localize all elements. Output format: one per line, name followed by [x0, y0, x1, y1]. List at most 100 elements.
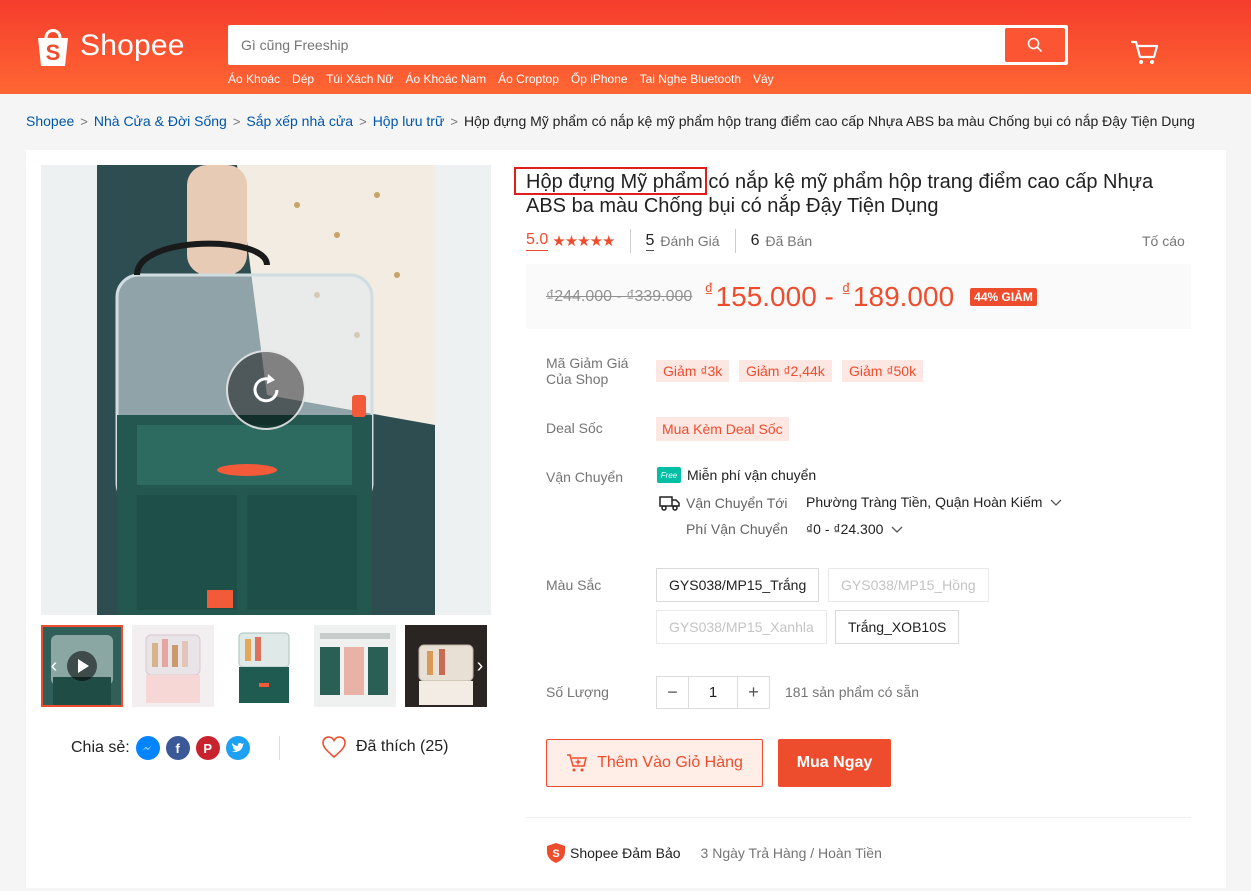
chevron-down-icon	[891, 526, 903, 533]
thumbnail-next-arrow[interactable]: ›	[470, 648, 490, 684]
deal-tag[interactable]: Mua Kèm Deal Sốc	[656, 417, 789, 441]
thumbnail-prev-arrow[interactable]: ‹	[44, 648, 64, 684]
color-label: Màu Sắc	[546, 577, 602, 593]
chevron-right-icon: >	[450, 113, 458, 129]
search-button[interactable]	[1005, 28, 1065, 62]
variant-option: GYS038/MP15_Hồng	[828, 568, 989, 602]
ship-to-label: Vận Chuyển Tới	[686, 495, 788, 511]
header-suggestion-links: Áo Khoác Dép Túi Xách Nữ Áo Khoác Nam Áo…	[228, 72, 774, 86]
section-divider	[526, 817, 1191, 818]
suggestion-link[interactable]: Tai Nghe Bluetooth	[640, 72, 741, 86]
suggestion-link[interactable]: Váy	[753, 72, 774, 86]
suggestion-link[interactable]: Áo Khoác Nam	[405, 72, 486, 86]
free-shipping-text: Miễn phí vận chuyển	[687, 467, 817, 483]
rating-stars-icon: ★★★★★	[552, 233, 615, 250]
like-count: Đã thích (25)	[356, 738, 449, 755]
variant-option[interactable]: GYS038/MP15_Trắng	[656, 568, 820, 602]
breadcrumb-link[interactable]: Hộp lưu trữ	[373, 113, 445, 129]
thumbnail-image[interactable]	[223, 625, 305, 707]
rating-row: 5.0 ★★★★★ 5 Đánh Giá 6 Đã Bán	[526, 229, 812, 253]
guarantee-row[interactable]: S Shopee Đảm Bảo 3 Ngày Trả Hàng / Hoàn …	[546, 842, 882, 864]
sold-count: 6	[750, 232, 760, 249]
search-icon	[1027, 37, 1043, 53]
discount-badge: 44% GIẢM	[970, 287, 1037, 306]
chevron-right-icon: >	[359, 113, 367, 129]
chevron-down-icon	[1050, 499, 1062, 506]
search-bar	[228, 25, 1068, 65]
ship-fee-value: ₫0 - ₫24.300	[806, 521, 884, 537]
shipping-label: Vận Chuyển	[546, 469, 624, 485]
free-shipping-row: Free Miễn phí vận chuyển	[657, 467, 816, 483]
price-separator: -	[816, 281, 842, 312]
voucher-tag[interactable]: Giảm ₫2,44k	[739, 360, 832, 382]
variant-option[interactable]: Trắng_XOB10S	[835, 610, 960, 644]
breadcrumb-current: Hộp đựng Mỹ phẩm có nắp kệ mỹ phẩm hộp t…	[463, 113, 1195, 129]
suggestion-link[interactable]: Áo Khoác	[228, 72, 280, 86]
heart-icon	[322, 736, 346, 759]
voucher-tag[interactable]: Giảm ₫3k	[656, 360, 730, 382]
add-to-cart-label: Thêm Vào Giỏ Hàng	[597, 754, 743, 771]
voucher-label: Mã Giảm Giá Của Shop	[546, 355, 629, 387]
pinterest-icon[interactable]: P	[195, 736, 220, 760]
voucher-tag[interactable]: Giảm ₫50k	[842, 360, 924, 382]
breadcrumb-link[interactable]: Sắp xếp nhà cửa	[246, 113, 353, 129]
quantity-decrease-button[interactable]: −	[657, 677, 688, 708]
ship-to-row: Vận Chuyển Tới	[659, 494, 788, 512]
cart-icon[interactable]	[1128, 36, 1160, 68]
search-input[interactable]	[231, 28, 1005, 62]
breadcrumb-link[interactable]: Nhà Cửa & Đời Sống	[94, 113, 227, 129]
like-button[interactable]: Đã thích (25)	[321, 735, 448, 759]
suggestion-link[interactable]: Áo Croptop	[498, 72, 559, 86]
top-header: S Shopee Áo Khoác Dép Túi Xách Nữ Áo Kho…	[0, 0, 1251, 94]
ship-to-dropdown[interactable]: Phường Tràng Tiền, Quận Hoàn Kiếm	[806, 494, 1062, 510]
chevron-right-icon: >	[80, 113, 88, 129]
variant-option: GYS038/MP15_Xanhla	[656, 610, 827, 644]
product-main-image[interactable]	[41, 165, 491, 615]
deal-label: Deal Sốc	[546, 420, 603, 436]
ship-fee-label: Phí Vận Chuyển	[686, 521, 788, 537]
currency-symbol: ₫	[841, 280, 851, 300]
sold-label: Đã Bán	[765, 233, 813, 249]
price-box: ₫244.000 - ₫339.000 ₫155.000 - ₫189.000 …	[526, 264, 1191, 329]
quantity-label: Số Lượng	[546, 684, 609, 700]
report-link[interactable]: Tố cáo	[1142, 233, 1185, 249]
rating-divider	[629, 229, 631, 253]
current-price: ₫155.000 - ₫189.000	[704, 280, 954, 313]
stock-count: 181 sản phẩm có sẵn	[785, 684, 919, 700]
twitter-icon[interactable]	[225, 736, 250, 760]
breadcrumb-link[interactable]: Shopee	[26, 113, 74, 129]
ship-to-value: Phường Tràng Tiền, Quận Hoàn Kiếm	[806, 494, 1043, 510]
add-to-cart-button[interactable]: Thêm Vào Giỏ Hàng	[546, 739, 763, 787]
thumbnail-strip	[41, 625, 491, 707]
shopee-bag-icon: S	[34, 24, 72, 68]
facebook-icon[interactable]: f	[165, 736, 190, 760]
share-divider	[279, 736, 280, 760]
quantity-input[interactable]	[688, 677, 738, 708]
review-count[interactable]: 5	[645, 232, 655, 251]
share-row: Chia sẻ: f P	[71, 736, 250, 760]
logo-text: Shopee	[80, 29, 185, 62]
quantity-increase-button[interactable]: +	[738, 677, 769, 708]
thumbnail-image[interactable]	[132, 625, 214, 707]
price-low: 155.000	[715, 281, 817, 312]
suggestion-link[interactable]: Ốp iPhone	[571, 72, 628, 86]
messenger-icon[interactable]	[135, 736, 160, 760]
truck-icon	[659, 496, 680, 511]
thumbnail-image[interactable]	[314, 625, 396, 707]
replay-icon[interactable]	[226, 350, 306, 430]
guarantee-subtitle: 3 Ngày Trả Hàng / Hoàn Tiền	[700, 845, 882, 861]
rating-score[interactable]: 5.0	[526, 231, 549, 251]
share-label: Chia sẻ:	[71, 739, 130, 756]
breadcrumb: Shopee > Nhà Cửa & Đời Sống > Sắp xếp nh…	[26, 113, 1195, 129]
original-price: ₫244.000 - ₫339.000	[546, 287, 693, 305]
quantity-stepper: − +	[656, 676, 770, 709]
review-label: Đánh Giá	[660, 233, 720, 249]
shopee-logo[interactable]: S Shopee	[34, 24, 185, 68]
free-ship-icon: Free	[657, 467, 681, 483]
ship-fee-dropdown[interactable]: ₫0 - ₫24.300	[806, 521, 903, 537]
chevron-right-icon: >	[232, 113, 241, 129]
suggestion-link[interactable]: Dép	[292, 72, 314, 86]
rating-divider	[734, 229, 736, 253]
buy-now-button[interactable]: Mua Ngay	[778, 739, 891, 787]
suggestion-link[interactable]: Túi Xách Nữ	[326, 72, 393, 86]
